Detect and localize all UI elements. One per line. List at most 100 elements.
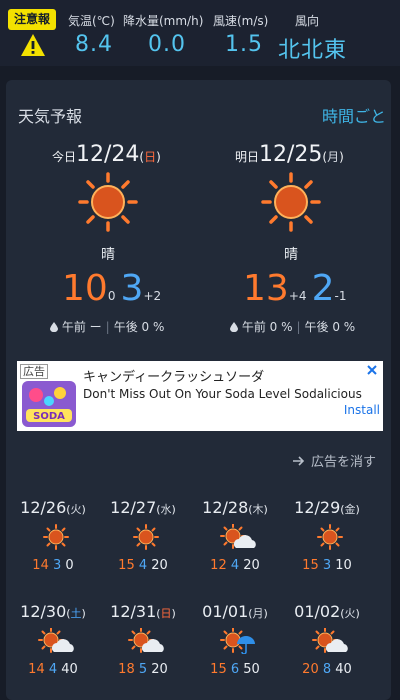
daily-precip: 20 bbox=[151, 558, 168, 573]
daily-forecast-cell[interactable]: 01/01(月) 15 6 50 bbox=[190, 602, 280, 682]
daily-weekday: 木 bbox=[252, 503, 264, 516]
daily-values: 14 4 40 bbox=[8, 662, 98, 677]
daily-precip: 40 bbox=[61, 662, 78, 677]
hide-ad-link[interactable]: 広告を消す bbox=[292, 451, 376, 470]
raindrop-icon bbox=[50, 322, 58, 332]
tomorrow-rain-am: 午前 0 % bbox=[241, 320, 293, 334]
sun-icon bbox=[43, 524, 69, 550]
raindrop-icon bbox=[230, 322, 238, 332]
today-low-diff: +2 bbox=[143, 289, 162, 303]
daily-date-value: 12/29 bbox=[294, 498, 341, 517]
wind-direction-label: 風向 bbox=[295, 14, 320, 28]
daily-weekday: 金 bbox=[344, 503, 356, 516]
daily-high: 15 bbox=[302, 558, 319, 573]
daily-date-value: 01/02 bbox=[294, 602, 341, 621]
daily-high: 14 bbox=[32, 558, 49, 573]
tomorrow-weather: 晴 bbox=[284, 247, 298, 263]
daily-values: 12 4 20 bbox=[190, 558, 280, 573]
tomorrow-rain: 午前 0 % | 午後 0 % bbox=[230, 318, 355, 335]
daily-date: 12/28(木) bbox=[202, 498, 268, 517]
today-date-value: 12/24 bbox=[76, 142, 140, 167]
daily-low: 3 bbox=[322, 558, 332, 573]
arrow-right-icon bbox=[292, 456, 305, 466]
temperature-value: 8.4 bbox=[75, 32, 113, 57]
daily-precip: 20 bbox=[151, 662, 168, 677]
tomorrow-date: 明日12/25(月) bbox=[235, 142, 344, 167]
tomorrow-low-diff: -1 bbox=[334, 289, 347, 303]
hourly-link[interactable]: 時間ごと bbox=[322, 103, 386, 127]
daily-date-value: 12/28 bbox=[202, 498, 249, 517]
daily-forecast-cell[interactable]: 12/28(木) 12 4 20 bbox=[190, 498, 280, 578]
install-button[interactable]: Install bbox=[344, 403, 380, 417]
daily-forecast-cell[interactable]: 12/31(日) 18 5 20 bbox=[98, 602, 188, 682]
ad-title[interactable]: キャンディークラッシュソーダ bbox=[83, 366, 264, 385]
daily-weekday: 水 bbox=[160, 503, 172, 516]
daily-values: 14 3 0 bbox=[8, 558, 98, 573]
today-date: 今日12/24(日) bbox=[52, 142, 161, 167]
temperature-label: 気温(℃) bbox=[68, 14, 115, 28]
daily-high: 15 bbox=[210, 662, 227, 677]
daily-date: 12/31(日) bbox=[110, 602, 176, 621]
tomorrow-high: 13 bbox=[243, 268, 289, 309]
daily-values: 15 6 50 bbox=[190, 662, 280, 677]
daily-date-value: 12/30 bbox=[20, 602, 67, 621]
today-low: 3 bbox=[120, 268, 144, 309]
sun-cloud-icon bbox=[38, 628, 74, 653]
precipitation-value: 0.0 bbox=[148, 32, 186, 57]
daily-precip: 0 bbox=[65, 558, 74, 573]
daily-high: 15 bbox=[118, 558, 135, 573]
daily-weekday: 日 bbox=[160, 607, 172, 620]
today-rain-am: 午前 ー bbox=[61, 320, 102, 334]
daily-precip: 50 bbox=[243, 662, 260, 677]
daily-values: 15 3 10 bbox=[282, 558, 372, 573]
wind-direction-value: 北北東 bbox=[278, 38, 348, 63]
precipitation-label: 降水量(mm/h) bbox=[123, 14, 204, 28]
tomorrow-low: 2 bbox=[311, 268, 335, 309]
daily-precip: 10 bbox=[335, 558, 352, 573]
tomorrow-weekday: 月 bbox=[327, 150, 340, 164]
daily-low: 4 bbox=[230, 558, 240, 573]
daily-forecast-cell[interactable]: 12/26(火) 14 3 0 bbox=[8, 498, 98, 578]
sun-icon bbox=[261, 172, 321, 232]
daily-values: 20 8 40 bbox=[282, 662, 372, 677]
sun-cloud-icon bbox=[128, 628, 164, 653]
daily-date-value: 12/31 bbox=[110, 602, 157, 621]
daily-date: 01/01(月) bbox=[202, 602, 268, 621]
today-prefix: 今日 bbox=[52, 150, 77, 164]
daily-forecast-cell[interactable]: 12/27(水) 15 4 20 bbox=[98, 498, 188, 578]
daily-date-value: 12/27 bbox=[110, 498, 157, 517]
daily-forecast-cell[interactable]: 01/02(火) 20 8 40 bbox=[282, 602, 372, 682]
daily-low: 4 bbox=[138, 558, 148, 573]
sun-icon bbox=[133, 524, 159, 550]
warning-badge[interactable]: 注意報 bbox=[8, 9, 56, 30]
ad-tag: 広告 bbox=[20, 364, 48, 379]
today-temps: 100 3+2 bbox=[62, 268, 161, 309]
daily-high: 12 bbox=[210, 558, 227, 573]
wind-speed-value: 1.5 bbox=[225, 32, 263, 57]
daily-date: 01/02(火) bbox=[294, 602, 360, 621]
today-rain-pm: 午後 0 % bbox=[113, 320, 165, 334]
hide-ad-label: 広告を消す bbox=[310, 455, 376, 470]
daily-date-value: 01/01 bbox=[202, 602, 249, 621]
tomorrow-temps: 13+4 2-1 bbox=[243, 268, 346, 309]
today-high: 10 bbox=[62, 268, 108, 309]
current-conditions-bar: 注意報 気温(℃) 8.4 降水量(mm/h) 0.0 風速(m/s) 1.5 … bbox=[0, 0, 400, 66]
daily-forecast-cell[interactable]: 12/30(土) 14 4 40 bbox=[8, 602, 98, 682]
ad-app-icon[interactable]: SODA bbox=[22, 381, 76, 427]
daily-precip: 40 bbox=[335, 662, 352, 677]
daily-date: 12/30(土) bbox=[20, 602, 86, 621]
daily-date-value: 12/26 bbox=[20, 498, 67, 517]
sun-cloud-icon bbox=[220, 524, 256, 549]
today-weather: 晴 bbox=[101, 247, 115, 263]
wind-speed-label: 風速(m/s) bbox=[213, 14, 269, 28]
ad-description[interactable]: Don't Miss Out On Your Soda Level Sodali… bbox=[83, 387, 362, 401]
daily-date: 12/27(水) bbox=[110, 498, 176, 517]
sun-icon bbox=[317, 524, 343, 550]
close-icon[interactable] bbox=[365, 363, 379, 377]
sun-cloud-icon bbox=[312, 628, 348, 653]
daily-weekday: 火 bbox=[70, 503, 82, 516]
daily-high: 18 bbox=[118, 662, 135, 677]
ad-banner[interactable]: 広告 SODA キャンディークラッシュソーダ Don't Miss Out On… bbox=[17, 361, 383, 431]
warning-icon[interactable] bbox=[20, 33, 46, 57]
daily-forecast-cell[interactable]: 12/29(金) 15 3 10 bbox=[282, 498, 372, 578]
